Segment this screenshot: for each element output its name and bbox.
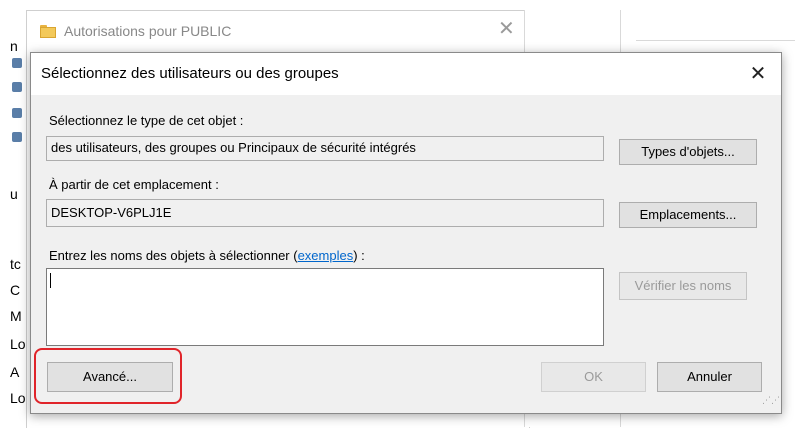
check-names-button[interactable]: Vérifier les noms	[619, 272, 747, 300]
object-names-input[interactable]	[46, 268, 604, 346]
close-icon[interactable]: ✕	[743, 59, 773, 89]
background-window-title-text: Autorisations pour PUBLIC	[64, 23, 232, 39]
advanced-button-highlight	[34, 348, 182, 404]
background-letter: Lo	[10, 336, 26, 352]
names-label: Entrez les noms des objets à sélectionne…	[49, 248, 365, 263]
cancel-button[interactable]: Annuler	[657, 362, 762, 392]
resize-grip-icon[interactable]: ⋰⋰	[762, 396, 780, 409]
object-type-field: des utilisateurs, des groupes ou Princip…	[46, 136, 604, 161]
user-icon	[12, 82, 22, 92]
user-icon	[12, 58, 22, 68]
background-letter: Lo	[10, 390, 26, 406]
folder-icon	[40, 24, 56, 38]
dialog-titlebar: Sélectionnez des utilisateurs ou des gro…	[31, 53, 781, 95]
names-label-prefix: Entrez les noms des objets à sélectionne…	[49, 248, 298, 263]
dialog-title: Sélectionnez des utilisateurs ou des gro…	[41, 65, 339, 82]
background-window-title: Autorisations pour PUBLIC	[40, 20, 231, 42]
text-cursor	[50, 273, 51, 288]
background-letter: M	[10, 308, 22, 324]
background-letter: n	[10, 38, 18, 54]
background-close-icon[interactable]: ✕	[498, 16, 515, 41]
object-type-label: Sélectionnez le type de cet objet :	[49, 113, 244, 128]
background-letter: A	[10, 364, 20, 380]
divider	[636, 40, 795, 41]
background-letter: C	[10, 282, 21, 298]
examples-link[interactable]: exemples	[298, 248, 354, 263]
location-label: À partir de cet emplacement :	[49, 177, 219, 192]
location-field: DESKTOP-V6PLJ1E	[46, 199, 604, 227]
background-letter: u	[10, 186, 18, 202]
background-letter: tc	[10, 256, 21, 272]
ok-button[interactable]: OK	[541, 362, 646, 392]
names-label-suffix: ) :	[353, 248, 365, 263]
locations-button[interactable]: Emplacements...	[619, 202, 757, 228]
object-types-button[interactable]: Types d'objets...	[619, 139, 757, 165]
user-icon	[12, 132, 22, 142]
user-icon	[12, 108, 22, 118]
